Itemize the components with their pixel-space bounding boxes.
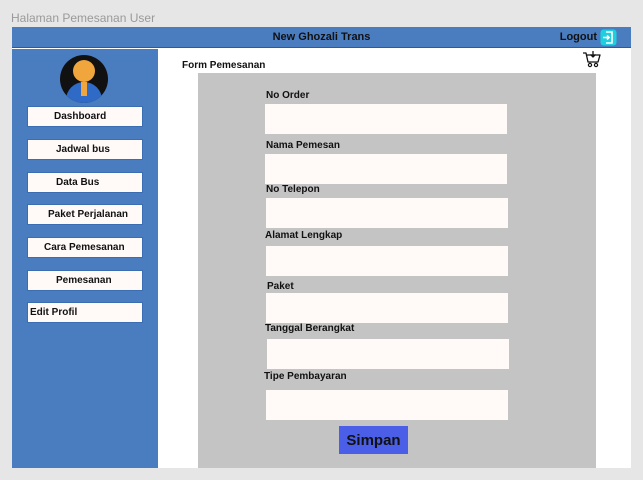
form-panel: No Order Nama Pemesan No Telepon Alamat … — [198, 73, 596, 468]
alamat-lengkap-label: Alamat Lengkap — [265, 230, 343, 241]
page-label: Halaman Pemesanan User — [11, 11, 156, 25]
avatar-body — [66, 82, 102, 103]
app-title: New Ghozali Trans — [272, 31, 371, 43]
nav-dashboard-button[interactable]: Dashboard — [27, 106, 143, 127]
tipe-pembayaran-label: Tipe Pembayaran — [264, 371, 347, 382]
no-telepon-input[interactable] — [266, 198, 508, 228]
nav-pemesanan-button[interactable]: Pemesanan — [27, 270, 143, 291]
no-order-input[interactable] — [265, 104, 507, 134]
simpan-button[interactable]: Simpan — [339, 426, 408, 454]
nav-jadwal-bus-button[interactable]: Jadwal bus — [27, 139, 143, 160]
main-content: Form Pemesanan No Order Nama Pemesan No … — [158, 49, 631, 468]
sidebar: Dashboard Jadwal bus Data Bus Paket Perj… — [12, 49, 158, 468]
alamat-lengkap-input[interactable] — [266, 246, 508, 276]
nav-data-bus-button[interactable]: Data Bus — [27, 172, 143, 193]
avatar-head — [73, 60, 95, 82]
paket-input[interactable] — [266, 293, 508, 323]
logout-icon[interactable] — [600, 29, 617, 46]
nama-pemesan-input[interactable] — [265, 154, 507, 184]
no-order-label: No Order — [266, 90, 310, 101]
nama-pemesan-label: Nama Pemesan — [266, 140, 340, 151]
nav-cara-pemesanan-button[interactable]: Cara Pemesanan — [27, 237, 143, 258]
tipe-pembayaran-input[interactable] — [266, 390, 508, 420]
cart-icon[interactable] — [582, 49, 602, 69]
nav-paket-perjalanan-button[interactable]: Paket Perjalanan — [27, 204, 143, 225]
tanggal-berangkat-label: Tanggal Berangkat — [265, 323, 355, 334]
logout-link[interactable]: Logout — [560, 31, 597, 43]
app-header: New Ghozali Trans Logout — [12, 27, 631, 48]
avatar — [60, 55, 108, 103]
no-telepon-label: No Telepon — [266, 184, 320, 195]
tanggal-berangkat-input[interactable] — [267, 339, 509, 369]
form-title: Form Pemesanan — [182, 60, 266, 71]
app-window: New Ghozali Trans Logout Dashboard Jadwa… — [12, 27, 631, 468]
nav-edit-profil-button[interactable]: Edit Profil — [27, 302, 143, 323]
paket-label: Paket — [267, 281, 294, 292]
